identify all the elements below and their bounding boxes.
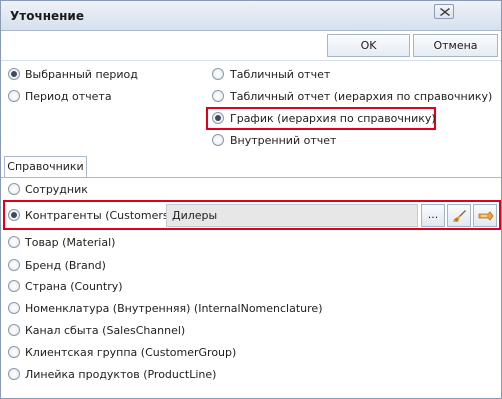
- refine-dialog: Уточнение OK Отмена Выбранный период Пер…: [0, 0, 502, 399]
- close-button[interactable]: [434, 4, 454, 19]
- radio-label-customer-group: Клиентская группа (CustomerGroup): [25, 346, 237, 359]
- close-icon: [440, 8, 450, 16]
- customers-value-field[interactable]: Дилеры: [166, 204, 418, 227]
- radio-label-chart-hierarchy: График (иерархия по справочнику): [230, 112, 436, 125]
- window-title: Уточнение: [10, 9, 84, 23]
- radio-report-period[interactable]: [8, 90, 20, 102]
- radio-product-line[interactable]: [8, 368, 20, 380]
- radio-label-selected-period: Выбранный период: [25, 68, 138, 81]
- radio-label-report-period: Период отчета: [25, 90, 112, 103]
- radio-label-customers: Контрагенты (Customers): [25, 209, 173, 222]
- radio-table-report[interactable]: [212, 68, 224, 80]
- radio-material[interactable]: [8, 236, 20, 248]
- link-icon: [478, 211, 494, 221]
- tab-strip-line: [1, 177, 501, 178]
- radio-country[interactable]: [8, 280, 20, 292]
- radio-label-brand: Бренд (Brand): [25, 259, 106, 272]
- broom-icon: [453, 210, 466, 222]
- radio-internal-report[interactable]: [212, 134, 224, 146]
- radio-label-sales-channel: Канал сбыта (SalesChannel): [25, 324, 186, 337]
- radio-internal-nomenclature[interactable]: [8, 302, 20, 314]
- radio-table-report-hierarchy[interactable]: [212, 90, 224, 102]
- ok-button[interactable]: OK: [327, 34, 410, 57]
- radio-customers[interactable]: [8, 209, 20, 221]
- radio-label-table-report-hierarchy: Табличный отчет (иерархия по справочнику…: [230, 90, 493, 103]
- radio-brand[interactable]: [8, 259, 20, 271]
- cancel-button[interactable]: Отмена: [413, 34, 498, 57]
- radio-selected-period[interactable]: [8, 68, 20, 80]
- radio-label-employee: Сотрудник: [25, 183, 88, 196]
- title-bar: Уточнение: [1, 1, 501, 31]
- radio-label-internal-report: Внутренний отчет: [230, 134, 337, 147]
- radio-customer-group[interactable]: [8, 346, 20, 358]
- radio-label-country: Страна (Country): [25, 280, 123, 293]
- browse-button[interactable]: ...: [421, 204, 445, 227]
- radio-chart-hierarchy[interactable]: [212, 112, 224, 124]
- radio-label-product-line: Линейка продуктов (ProductLine): [25, 368, 217, 381]
- radio-label-table-report: Табличный отчет: [230, 68, 331, 81]
- radio-sales-channel[interactable]: [8, 324, 20, 336]
- clear-button[interactable]: [447, 204, 471, 227]
- tab-directories[interactable]: Справочники: [4, 156, 87, 178]
- toolbar-separator: [1, 60, 501, 61]
- radio-label-internal-nomenclature: Номенклатура (Внутренняя) (InternalNomen…: [25, 302, 323, 315]
- radio-employee[interactable]: [8, 183, 20, 195]
- radio-label-material: Товар (Material): [25, 236, 116, 249]
- link-button[interactable]: [473, 204, 497, 227]
